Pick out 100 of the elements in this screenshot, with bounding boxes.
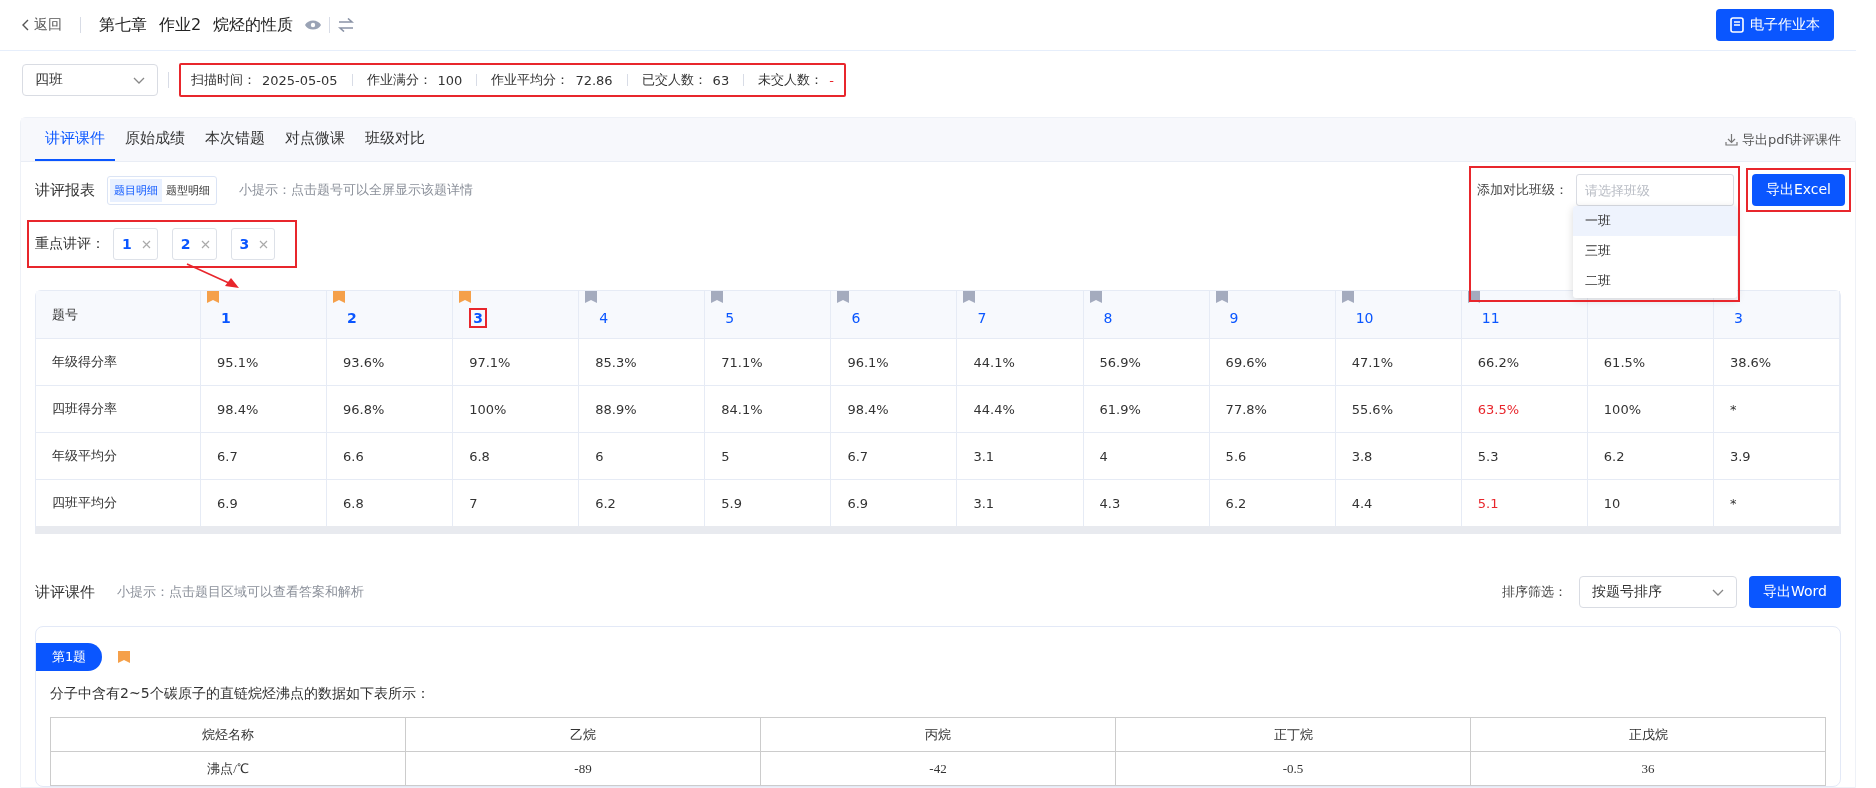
ebook-button[interactable]: 电子作业本 [1716, 9, 1834, 42]
page-title: 第七章 [99, 14, 147, 36]
table-cell: 93.6% [327, 338, 454, 385]
table-cell: 6.9 [201, 479, 328, 526]
question-number[interactable]: 7 [973, 307, 991, 328]
stat-value: 2025-05-05 [262, 72, 338, 88]
stat-label: 作业满分： [366, 71, 432, 90]
stat-label: 未交人数： [758, 71, 824, 90]
table-cell: 66.2% [1461, 338, 1588, 385]
dropdown-option[interactable]: 三班 [1572, 236, 1737, 266]
table-cell: 4.4 [1335, 479, 1462, 526]
tab[interactable]: 原始成绩 [115, 118, 195, 161]
focus-label: 重点讲评： [35, 235, 105, 253]
table-cell: 97.1% [453, 338, 580, 385]
question-number[interactable]: 4 [595, 307, 613, 328]
row-label: 年级平均分 [36, 432, 201, 479]
export-pdf-link[interactable]: 导出pdf讲评课件 [1724, 130, 1841, 149]
table-cell: * [1713, 479, 1840, 526]
table-cell: 47.1% [1335, 338, 1462, 385]
table-cell: 61.9% [1083, 385, 1210, 432]
stat-value: 100 [437, 72, 463, 88]
table-cell: 5.6 [1209, 432, 1336, 479]
swap-icon[interactable] [338, 18, 355, 33]
table-cell: 61.5% [1587, 338, 1714, 385]
question-tag[interactable]: 1 [113, 228, 158, 260]
table-cell: 乙烷 [406, 718, 761, 752]
question-number[interactable]: 2 [343, 307, 361, 328]
table-cell: 63.5% [1461, 385, 1588, 432]
dropdown-option[interactable]: 一班 [1572, 206, 1737, 236]
table-cell: 88.9% [579, 385, 706, 432]
table-cell: 77.8% [1209, 385, 1336, 432]
table-cell: 3.8 [1335, 432, 1462, 479]
question-number[interactable]: 5 [721, 307, 739, 328]
question-number[interactable]: 10 [1351, 307, 1378, 328]
question-number[interactable]: 8 [1099, 307, 1117, 328]
table-cell: 5.3 [1461, 432, 1588, 479]
section-title: 讲评报表 [35, 180, 95, 200]
question-number[interactable]: 11 [1477, 307, 1504, 328]
row-label: 四班平均分 [36, 479, 201, 526]
stat-label: 作业平均分： [491, 71, 570, 90]
table-cell: 6.8 [453, 432, 580, 479]
table-cell: 5 [705, 432, 832, 479]
table-cell: 4.3 [1083, 479, 1210, 526]
table-cell: -89 [406, 752, 761, 786]
question-number[interactable]: 9 [1225, 307, 1243, 328]
eye-icon[interactable] [305, 19, 322, 32]
table-cell: 69.6% [1209, 338, 1336, 385]
page-title: 作业2 [159, 14, 202, 36]
stat-value: 63 [712, 72, 730, 88]
question-number[interactable]: 1 [217, 307, 235, 328]
back-link[interactable]: 返回 [22, 16, 62, 35]
table-cell: 5.9 [705, 479, 832, 526]
chevron-left-icon [22, 19, 30, 32]
table-cell: 4 [1083, 432, 1210, 479]
table-cell: 98.4% [201, 385, 328, 432]
table-cell: 84.1% [705, 385, 832, 432]
export-word-button[interactable]: 导出Word [1749, 576, 1841, 608]
back-label: 返回 [34, 16, 62, 35]
class-select[interactable]: 四班 [22, 64, 158, 97]
table-cell: 6.8 [327, 479, 454, 526]
tab[interactable]: 本次错题 [195, 118, 275, 161]
question-number[interactable]: 6 [847, 307, 865, 328]
table-cell: 7 [453, 479, 580, 526]
view-option[interactable]: 题目明细 [110, 178, 162, 202]
table-cell: 6.7 [831, 432, 958, 479]
column-header: 题号 [52, 305, 78, 324]
close-icon[interactable] [200, 239, 210, 249]
table-cell: 5.1 [1461, 479, 1588, 526]
class-input[interactable]: 请选择班级 [1575, 174, 1734, 206]
tab[interactable]: 讲评课件 [35, 118, 115, 161]
section-title: 讲评课件 [35, 582, 95, 602]
question-text: 分子中含有2~5个碳原子的直链烷烃沸点的数据如下表所示： [50, 685, 431, 703]
page-title: 烷烃的性质 [213, 14, 294, 36]
download-icon [1724, 133, 1738, 146]
table-cell: 烷烃名称 [51, 718, 406, 752]
tab[interactable]: 班级对比 [355, 118, 435, 161]
close-icon[interactable] [259, 239, 269, 249]
table-cell: 100% [1587, 385, 1714, 432]
export-excel-button[interactable]: 导出Excel [1751, 174, 1845, 206]
dropdown-option[interactable]: 二班 [1572, 266, 1737, 296]
table-cell: 44.4% [957, 385, 1084, 432]
question-number[interactable]: 3 [469, 307, 487, 328]
field-label: 添加对比班级： [1476, 181, 1568, 199]
tab[interactable]: 对点微课 [275, 118, 355, 161]
stat-label: 已交人数： [641, 71, 707, 90]
hint-text: 小提示：点击题目区域可以查看答案和解析 [117, 583, 364, 601]
question-tag[interactable]: 3 [230, 228, 276, 260]
table-cell: 正丁烷 [1116, 718, 1471, 752]
table-cell: -0.5 [1116, 752, 1471, 786]
table-cell: 10 [1587, 479, 1714, 526]
close-icon[interactable] [141, 239, 151, 249]
sort-select[interactable]: 按题号排序 [1579, 576, 1737, 608]
table-cell: * [1713, 385, 1840, 432]
question-tag[interactable]: 2 [171, 228, 217, 260]
table-cell: 95.1% [201, 338, 328, 385]
question-number[interactable]: 3 [1729, 307, 1747, 328]
table-cell: 3.1 [957, 479, 1084, 526]
stat-value: 72.86 [575, 72, 613, 88]
stat-label: 扫描时间： [191, 71, 256, 90]
table-cell: 98.4% [831, 385, 958, 432]
